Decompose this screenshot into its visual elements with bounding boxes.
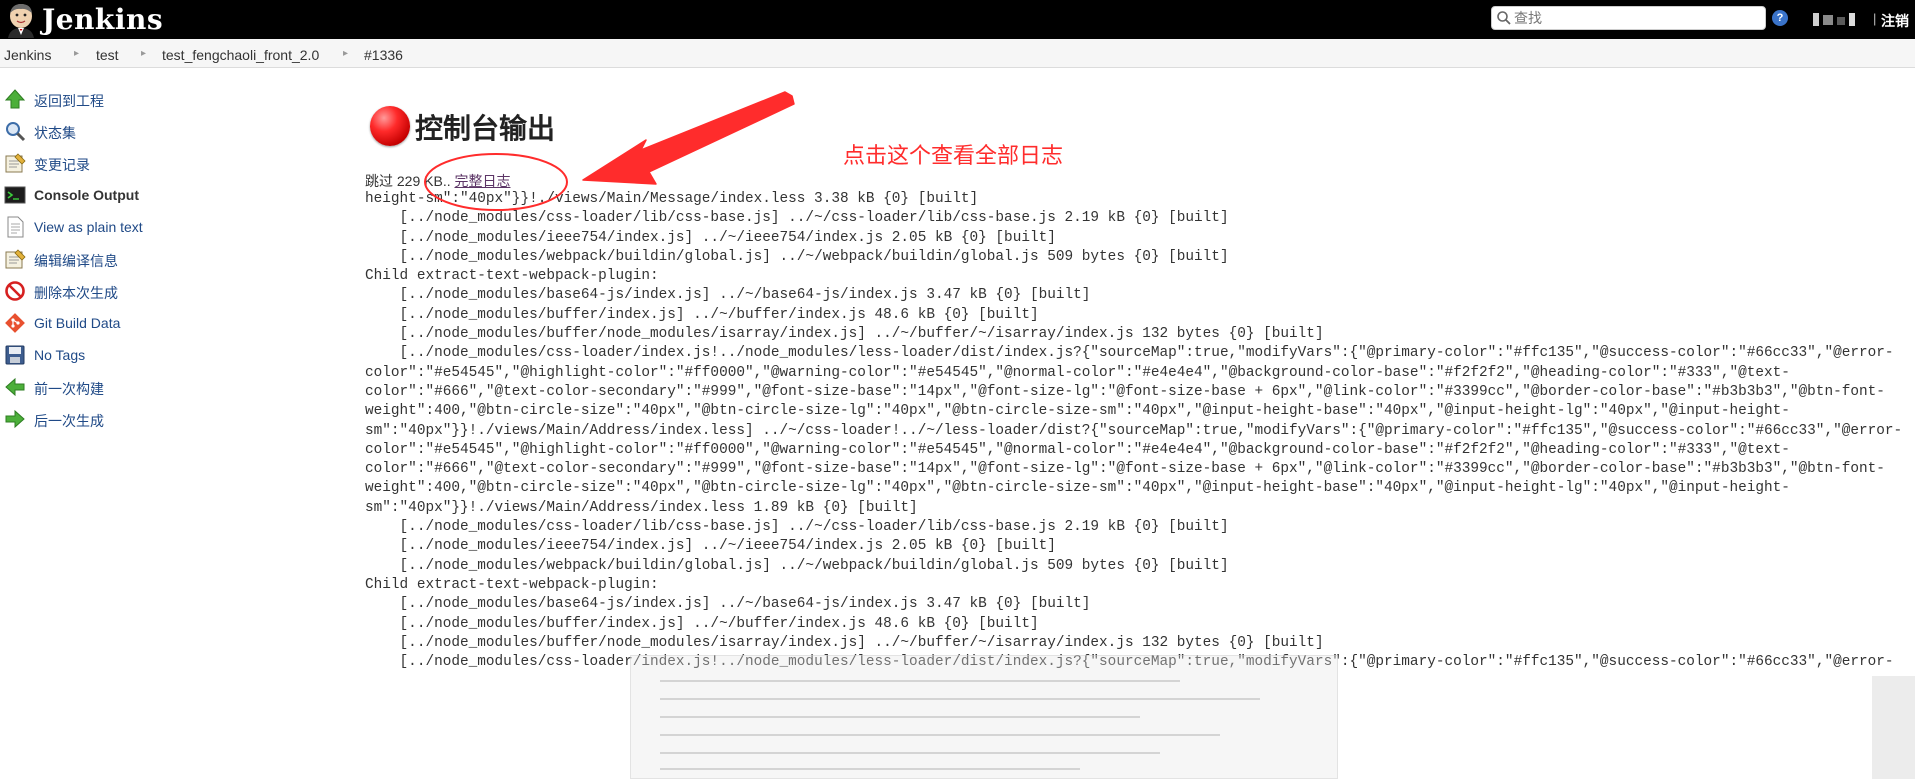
sidebar-item-label: 返回到工程 (34, 93, 104, 109)
console-line: [../node_modules/ieee754/index.js] ../~/… (365, 229, 1056, 246)
search-icon (1497, 11, 1511, 25)
console-line: [../node_modules/css-loader/lib/css-base… (365, 519, 1229, 536)
sidebar-item-label: 后一次生成 (34, 413, 104, 429)
console-line: height-sm":"40px"}}!./views/Main/Message… (365, 191, 979, 207)
console-line: [../node_modules/css-loader/index.js!../… (365, 345, 1894, 362)
sidebar-item-no-tags[interactable]: No Tags (4, 342, 304, 368)
sidebar-item-label: View as plain text (34, 219, 143, 235)
breadcrumb-test[interactable]: test (96, 47, 119, 63)
sidebar-item-label: 删除本次生成 (34, 285, 118, 301)
magnifier-icon (6, 122, 26, 142)
scrollbar-track[interactable] (1872, 676, 1915, 779)
sidebar-item-label: Console Output (34, 187, 139, 203)
sidebar-item-edit-build-info[interactable]: 编辑编译信息 (4, 246, 304, 272)
faded-line (660, 734, 1220, 736)
terminal-icon (4, 186, 26, 204)
console-line: [../node_modules/base64-js/index.js] ../… (365, 287, 1091, 304)
skip-text: 跳过 229 KB.. (365, 173, 455, 189)
console-line: color":"#666","@text-color-secondary":"#… (365, 383, 1885, 400)
right-arrow-icon (5, 409, 25, 429)
sidebar-item-label: 变更记录 (34, 157, 90, 173)
console-line: [../node_modules/webpack/buildin/global.… (365, 557, 1229, 574)
sidebar-item-label: No Tags (34, 347, 86, 363)
skip-notice: 跳过 229 KB.. 完整日志 (365, 171, 510, 191)
search-input[interactable] (1514, 9, 1759, 27)
console-line: [../node_modules/buffer/node_modules/isa… (365, 326, 1324, 343)
console-line: [../node_modules/css-loader/lib/css-base… (365, 210, 1229, 227)
sidebar-item-back-to-project[interactable]: 返回到工程 (4, 86, 304, 112)
sidebar-item-label: 状态集 (34, 125, 76, 141)
sidebar-item-changes[interactable]: 变更记录 (4, 150, 304, 176)
help-icon[interactable]: ? (1772, 10, 1788, 26)
faded-line (660, 680, 1180, 682)
console-line: weight":400,"@btn-circle-size":"40px","@… (365, 480, 1790, 497)
console-line: [../node_modules/buffer/index.js] ../~/b… (365, 615, 1039, 632)
console-line: [../node_modules/ieee754/index.js] ../~/… (365, 538, 1056, 555)
breadcrumb-chevron-icon[interactable]: ▸ (74, 48, 79, 59)
console-line: color":"#e54545","@highlight-color":"#ff… (365, 441, 1790, 458)
faded-line (660, 752, 1160, 754)
breadcrumb-jenkins[interactable]: Jenkins (4, 47, 51, 63)
sidebar-item-next-build[interactable]: 后一次生成 (4, 406, 304, 432)
logout-link[interactable]: 注销 (1881, 11, 1909, 31)
search-box[interactable] (1491, 6, 1766, 30)
breadcrumb-job[interactable]: test_fengchaoli_front_2.0 (162, 47, 319, 63)
breadcrumb-chevron-icon[interactable]: ▸ (343, 48, 348, 59)
left-arrow-icon (5, 377, 25, 397)
sidebar-item-status[interactable]: 状态集 (4, 118, 304, 144)
faded-line (660, 716, 1140, 718)
sidebar-item-delete-build[interactable]: 删除本次生成 (4, 278, 304, 304)
console-line: [../node_modules/base64-js/index.js] ../… (365, 596, 1091, 613)
console-line: Child extract-text-webpack-plugin: (365, 576, 659, 593)
top-header: Jenkins ? | 注销 (0, 0, 1915, 39)
breadcrumb-build[interactable]: #1336 (364, 47, 403, 63)
faded-line (660, 768, 1080, 770)
jenkins-butler-logo[interactable] (4, 2, 38, 38)
console-line: [../node_modules/buffer/node_modules/isa… (365, 634, 1324, 651)
red-arrow-icon (582, 91, 795, 185)
sidebar-item-previous-build[interactable]: 前一次构建 (4, 374, 304, 400)
console-line: [../node_modules/buffer/index.js] ../~/b… (365, 306, 1039, 323)
user-name-blurred[interactable] (1813, 11, 1859, 27)
red-ball-status-icon (370, 106, 410, 146)
breadcrumb-chevron-icon[interactable]: ▸ (141, 48, 146, 59)
sidebar-item-git-build-data[interactable]: Git Build Data (4, 310, 304, 336)
sidebar-item-label: Git Build Data (34, 315, 121, 331)
header-separator: | (1873, 11, 1877, 26)
notepad-pencil-icon (5, 249, 26, 269)
console-output: height-sm":"40px"}}!./views/Main/Message… (365, 190, 1910, 672)
floppy-icon (5, 345, 25, 365)
console-line: Child extract-text-webpack-plugin: (365, 268, 659, 285)
sidebar-item-label: 编辑编译信息 (34, 253, 118, 269)
app-name[interactable]: Jenkins (42, 3, 163, 36)
console-line: sm":"40px"}}!./views/Main/Address/index.… (365, 422, 1903, 439)
console-line: sm":"40px"}}!./views/Main/Address/index.… (365, 499, 918, 516)
breadcrumb: Jenkins ▸ test ▸ test_fengchaoli_front_2… (0, 39, 1915, 68)
sidebar-item-view-plain-text[interactable]: View as plain text (4, 214, 304, 240)
faded-line (660, 698, 1260, 700)
git-icon (5, 313, 25, 333)
full-log-link[interactable]: 完整日志 (454, 173, 510, 189)
console-line: color":"#e54545","@highlight-color":"#ff… (365, 364, 1790, 381)
annotation-label: 点击这个查看全部日志 (843, 143, 1064, 168)
console-line: color":"#666","@text-color-secondary":"#… (365, 461, 1885, 478)
up-arrow-icon (4, 89, 26, 109)
no-entry-icon (5, 281, 25, 301)
notepad-icon (5, 153, 26, 173)
sidebar-item-console-output[interactable]: Console Output (4, 182, 304, 208)
console-line: weight":400,"@btn-circle-size":"40px","@… (365, 403, 1790, 420)
document-icon (7, 216, 24, 238)
console-line: [../node_modules/webpack/buildin/global.… (365, 248, 1229, 265)
page-title: 控制台输出 (415, 113, 556, 144)
sidebar-item-label: 前一次构建 (34, 381, 104, 397)
